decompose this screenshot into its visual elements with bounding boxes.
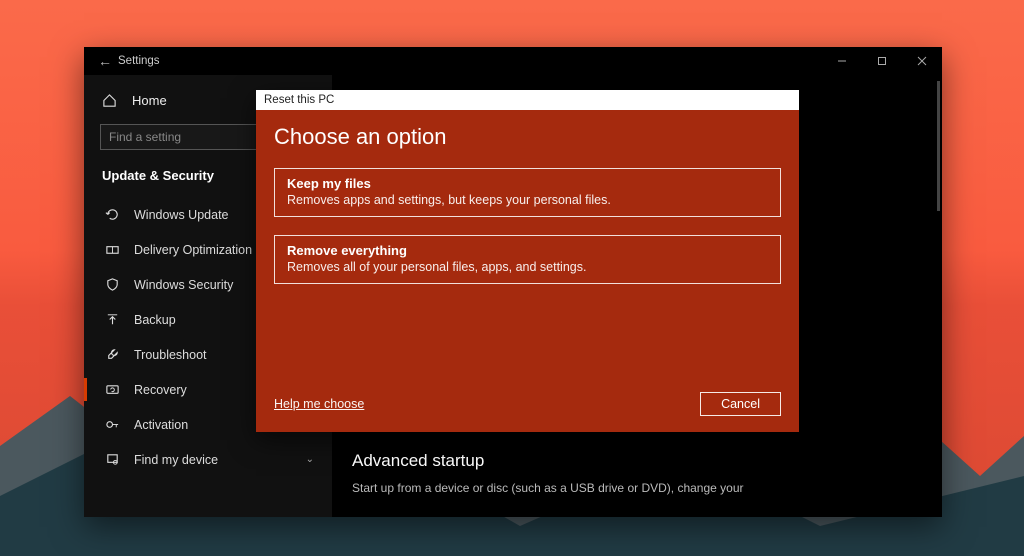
backup-icon (102, 312, 122, 327)
sidebar-item-label: Delivery Optimization (134, 243, 252, 257)
recovery-icon (102, 382, 122, 397)
sidebar-item-label: Windows Security (134, 278, 233, 292)
window-titlebar[interactable]: ← Settings (84, 47, 942, 75)
option-desc: Removes apps and settings, but keeps you… (287, 193, 768, 207)
home-icon (102, 93, 122, 108)
option-title: Remove everything (287, 243, 768, 258)
shield-icon (102, 277, 122, 292)
find-device-icon (102, 452, 122, 467)
option-keep-my-files[interactable]: Keep my files Removes apps and settings,… (274, 168, 781, 217)
reset-pc-dialog: Reset this PC Choose an option Keep my f… (256, 90, 799, 432)
sidebar-item-label: Activation (134, 418, 188, 432)
sidebar-item-label: Find my device (134, 453, 218, 467)
delivery-icon (102, 242, 122, 257)
sidebar-item-label: Troubleshoot (134, 348, 207, 362)
back-icon[interactable]: ← (98, 53, 118, 69)
window-title: Settings (118, 55, 160, 67)
minimize-button[interactable] (822, 47, 862, 75)
desktop-background: ← Settings Home Find a setting Updat (0, 0, 1024, 556)
scrollbar-thumb[interactable] (937, 81, 940, 211)
option-title: Keep my files (287, 176, 768, 191)
option-desc: Removes all of your personal files, apps… (287, 260, 768, 274)
help-me-choose-link[interactable]: Help me choose (274, 397, 364, 411)
advanced-startup-heading: Advanced startup (352, 451, 922, 471)
search-placeholder: Find a setting (109, 130, 181, 144)
home-label: Home (132, 93, 167, 108)
sidebar-item-label: Recovery (134, 383, 187, 397)
dialog-titlebar[interactable]: Reset this PC (256, 90, 799, 110)
wrench-icon (102, 347, 122, 362)
advanced-startup-body: Start up from a device or disc (such as … (352, 481, 922, 495)
cancel-button[interactable]: Cancel (700, 392, 781, 416)
sidebar-item-find-my-device[interactable]: Find my device ⌄ (84, 442, 332, 477)
sidebar-item-label: Windows Update (134, 208, 229, 222)
key-icon (102, 417, 122, 432)
chevron-down-icon: ⌄ (306, 454, 314, 465)
refresh-icon (102, 207, 122, 222)
dialog-heading: Choose an option (274, 124, 781, 150)
close-button[interactable] (902, 47, 942, 75)
sidebar-item-label: Backup (134, 313, 176, 327)
maximize-button[interactable] (862, 47, 902, 75)
option-remove-everything[interactable]: Remove everything Removes all of your pe… (274, 235, 781, 284)
